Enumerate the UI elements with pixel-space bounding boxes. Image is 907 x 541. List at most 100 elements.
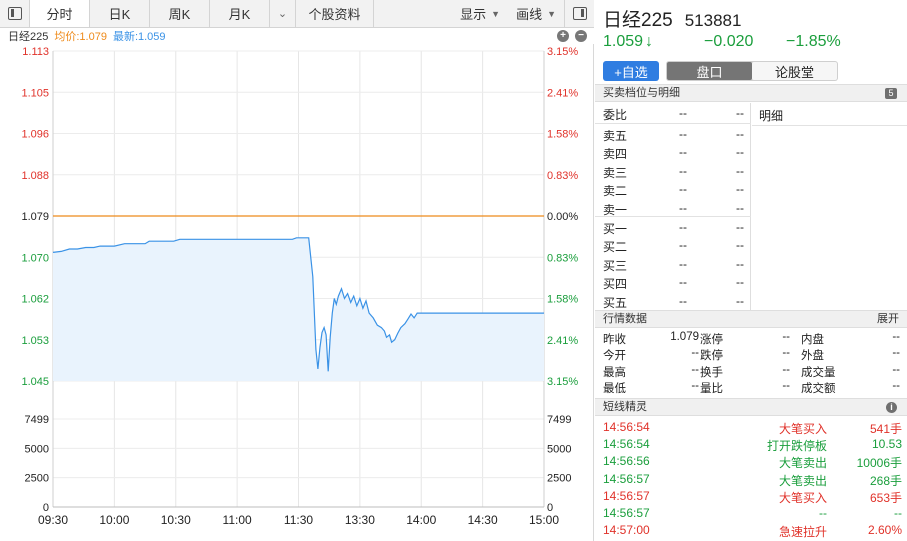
last-price: 1.059 bbox=[603, 33, 644, 50]
price-area bbox=[53, 237, 544, 381]
market-data-row: 最高 -- 换手 -- 成交量 -- bbox=[595, 363, 907, 379]
tick-alert-row[interactable]: 14:56:54 打开跌停板 10.53 bbox=[595, 435, 907, 453]
stat-label: 最低 bbox=[603, 382, 626, 395]
stat-label: 成交量 bbox=[801, 366, 836, 379]
ask-row: 卖三 -- -- bbox=[595, 162, 751, 180]
pct-tick-label: 2.41% bbox=[547, 335, 578, 347]
market-data-row: 最低 -- 量比 -- 成交额 -- bbox=[595, 379, 907, 395]
tab-monthly-k[interactable]: 月K bbox=[210, 0, 270, 27]
action-row: +自选 盘口 论股堂 bbox=[603, 61, 838, 81]
intraday-chart[interactable]: 1.113 1.105 1.096 1.088 1.079 1.070 1.062 1.053… bbox=[0, 44, 594, 541]
stat-value: -- bbox=[782, 347, 790, 360]
tick-time: 14:56:57 bbox=[603, 471, 650, 486]
time-tick-label: 10:30 bbox=[161, 513, 191, 527]
legend-avg-price: 均价:1.079 bbox=[54, 31, 107, 43]
market-data-title: 行情数据 bbox=[603, 313, 647, 325]
display-menu[interactable]: 显示 ▼ bbox=[452, 0, 508, 27]
chart-legend: 日经225 均价:1.079 最新:1.059 + − bbox=[0, 28, 594, 44]
time-tick-label: 13:30 bbox=[345, 513, 375, 527]
info-icon[interactable]: i bbox=[886, 402, 897, 413]
tab-order-book[interactable]: 盘口 bbox=[667, 62, 752, 80]
tick-alert-row[interactable]: 14:56:57 -- -- bbox=[595, 504, 907, 521]
stock-header: 日经225 513881 bbox=[603, 5, 741, 32]
tab-stock-profile[interactable]: 个股资料 bbox=[296, 0, 374, 27]
ask-row: 卖一 -- -- bbox=[595, 199, 751, 217]
stat-value: -- bbox=[782, 331, 790, 343]
book-volume: -- bbox=[736, 256, 744, 271]
stat-label: 量比 bbox=[700, 382, 723, 395]
tick-alerts-header: 短线精灵 i bbox=[595, 398, 907, 416]
caret-down-icon: ▼ bbox=[491, 8, 501, 19]
tick-alerts-title: 短线精灵 bbox=[603, 401, 647, 413]
ask-row: 卖五 -- -- bbox=[595, 125, 751, 143]
ask-row: 卖四 -- -- bbox=[595, 143, 751, 161]
stat-value: -- bbox=[892, 331, 900, 343]
pct-tick-label: 1.58% bbox=[547, 129, 578, 141]
time-tick-label: 11:30 bbox=[284, 513, 313, 527]
book-volume: -- bbox=[736, 163, 744, 178]
quote-row: 1.059 ↓ −0.020 −1.85% bbox=[603, 33, 903, 55]
legend-last-price: 最新:1.059 bbox=[112, 31, 166, 43]
book-label: 委比 bbox=[603, 108, 628, 122]
book-volume: -- bbox=[736, 106, 744, 120]
tick-time: 14:56:54 bbox=[603, 420, 650, 434]
panel-switch: 盘口 论股堂 bbox=[666, 61, 838, 81]
zoom-in-icon[interactable]: + bbox=[557, 30, 569, 42]
stat-label: 内盘 bbox=[801, 334, 824, 346]
book-label: 买一 bbox=[603, 222, 628, 236]
tick-time: 14:57:00 bbox=[603, 523, 650, 538]
tick-alert-row[interactable]: 14:57:00 急速拉升 2.60% bbox=[595, 521, 907, 540]
stat-label: 涨停 bbox=[700, 334, 723, 346]
tick-alert-row[interactable]: 14:56:57 大笔买入 653手 bbox=[595, 487, 907, 505]
weibi-row: 委比 -- -- bbox=[595, 104, 751, 122]
tab-intraday[interactable]: 分时 bbox=[30, 0, 90, 27]
order-book-header: 买卖档位与明细 5 bbox=[595, 84, 907, 102]
stat-value: -- bbox=[691, 379, 699, 392]
add-watchlist-button[interactable]: +自选 bbox=[603, 61, 659, 81]
book-volume: -- bbox=[736, 200, 744, 215]
book-price: -- bbox=[679, 127, 687, 141]
level-count-badge[interactable]: 5 bbox=[885, 88, 897, 99]
book-price: -- bbox=[679, 220, 687, 234]
bid-row: 买四 -- -- bbox=[595, 273, 751, 291]
expand-button[interactable]: 展开 bbox=[877, 311, 899, 328]
tick-alert-row[interactable]: 14:56:56 大笔卖出 10006手 bbox=[595, 452, 907, 470]
time-tick-label: 15:00 bbox=[529, 513, 559, 527]
toggle-left-panel-button[interactable] bbox=[0, 0, 30, 27]
draw-menu[interactable]: 画线 ▼ bbox=[508, 0, 564, 27]
tick-alert-row[interactable]: 14:56:57 大笔卖出 268手 bbox=[595, 470, 907, 488]
toggle-right-panel-button[interactable] bbox=[564, 0, 594, 27]
order-book-title: 买卖档位与明细 bbox=[603, 87, 680, 99]
stock-name: 日经225 bbox=[603, 10, 673, 31]
stat-label: 跌停 bbox=[700, 350, 723, 363]
tab-weekly-k[interactable]: 周K bbox=[150, 0, 210, 27]
chart-panel: 分时 日K 周K 月K ⌄ 个股资料 显示 ▼ 画线 ▼ 日经225 均价:1.… bbox=[0, 0, 594, 541]
volume-tick-label: 7499 bbox=[25, 414, 49, 426]
stat-label: 换手 bbox=[700, 366, 723, 379]
sidebar-left-icon bbox=[7, 7, 22, 20]
more-periods-button[interactable]: ⌄ bbox=[270, 0, 296, 27]
quote-panel: 日经225 513881 1.059 ↓ −0.020 −1.85% +自选 盘口… bbox=[595, 0, 907, 541]
tab-daily-k[interactable]: 日K bbox=[90, 0, 150, 27]
stat-label: 外盘 bbox=[801, 350, 824, 363]
stat-value: -- bbox=[782, 363, 790, 376]
book-price: -- bbox=[679, 106, 687, 120]
stat-value: -- bbox=[892, 347, 900, 360]
stat-value: 1.079 bbox=[670, 331, 699, 343]
book-label: 卖二 bbox=[603, 184, 628, 199]
stat-value: -- bbox=[691, 347, 699, 360]
divider bbox=[595, 216, 751, 217]
tick-alert-row[interactable]: 14:56:54 大笔买入 541手 bbox=[595, 418, 907, 436]
order-book: 委比 -- -- 卖五 -- -- 卖四 -- -- 卖三 -- -- 卖二 -- -- 卖一 -- -- 买一 --… bbox=[595, 103, 751, 310]
volume-tick-label: 2500 bbox=[25, 473, 49, 485]
book-price: -- bbox=[679, 256, 687, 271]
volume-tick-label: 2500 bbox=[547, 473, 571, 485]
market-data-row: 昨收 1.079 涨停 -- 内盘 -- bbox=[595, 330, 907, 346]
zoom-out-icon[interactable]: − bbox=[575, 30, 587, 42]
book-price: -- bbox=[679, 200, 687, 215]
book-volume: -- bbox=[736, 145, 744, 160]
book-price: -- bbox=[679, 293, 687, 308]
tick-event: 急速拉升 bbox=[778, 525, 827, 540]
tab-discussion[interactable]: 论股堂 bbox=[752, 62, 837, 80]
